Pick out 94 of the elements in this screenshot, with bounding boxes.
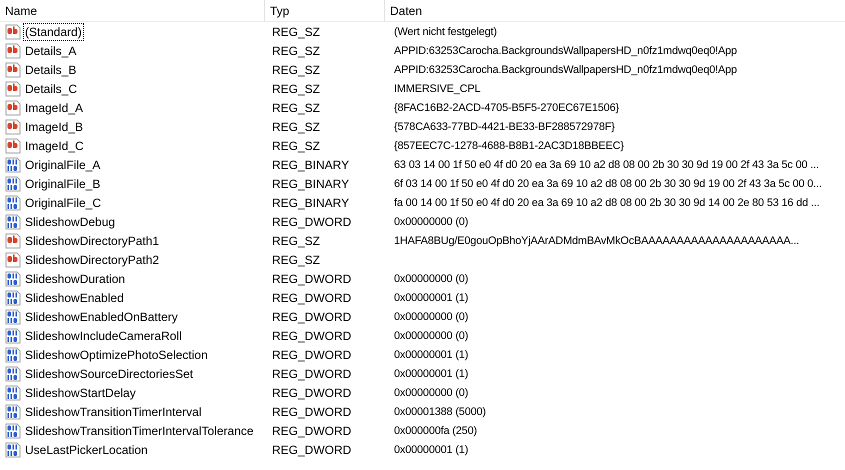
column-header[interactable]: Typ [265, 0, 385, 21]
value-type: REG_DWORD [271, 328, 352, 342]
value-data: 0x00000000 (0) [393, 272, 468, 284]
value-name[interactable]: SlideshowDuration [23, 270, 128, 288]
value-data: 0x00001388 (5000) [393, 406, 486, 418]
string-value-icon [5, 62, 21, 78]
binary-value-icon [5, 422, 21, 438]
value-type: REG_DWORD [271, 386, 352, 400]
value-type: REG_SZ [271, 138, 320, 152]
value-name[interactable]: ImageId_C [23, 136, 86, 154]
value-type: REG_DWORD [271, 366, 352, 380]
value-type: REG_SZ [271, 252, 320, 266]
binary-value-icon [5, 442, 21, 458]
binary-value-icon [5, 270, 21, 286]
value-data: 0x00000000 (0) [393, 386, 468, 398]
value-data: 63 03 14 00 1f 50 e0 4f d0 20 ea 3a 69 10 a2 d8 08 00 2b 30 30 9d 19 00 2f 43 3a 5c 00 ... [393, 158, 819, 170]
value-type: REG_SZ [271, 82, 320, 96]
value-name[interactable]: SlideshowEnabledOnBattery [23, 308, 180, 326]
value-data: 0x00000000 (0) [393, 216, 468, 228]
value-data: APPID:63253Carocha.BackgroundsWallpapersHD_n0fz1mdwq0eq0!App [393, 64, 737, 76]
value-name[interactable]: SlideshowIncludeCameraRoll [23, 326, 184, 344]
value-type: REG_SZ [271, 24, 320, 38]
value-name[interactable]: OriginalFile_B [23, 174, 102, 192]
string-value-icon [5, 232, 21, 248]
value-type: REG_SZ [271, 120, 320, 134]
value-data: 0x00000001 (1) [393, 368, 468, 380]
value-type: REG_DWORD [271, 214, 352, 228]
value-data: APPID:63253Carocha.BackgroundsWallpapersHD_n0fz1mdwq0eq0!App [393, 44, 737, 56]
value-name[interactable]: SlideshowOptimizePhotoSelection [23, 346, 210, 364]
value-data: {857EEC7C-1278-4688-B8B1-2AC3D18BBEEC} [393, 140, 624, 152]
value-type: REG_DWORD [271, 348, 352, 362]
value-name[interactable]: SlideshowTransitionTimerIntervalTolerance [23, 422, 256, 440]
value-name[interactable]: SlideshowEnabled [23, 288, 126, 306]
value-name[interactable]: Details_A [23, 42, 78, 60]
value-name[interactable]: SlideshowDirectoryPath2 [23, 250, 162, 268]
string-value-icon [5, 138, 21, 154]
value-type: REG_DWORD [271, 442, 352, 456]
column-header[interactable]: Daten [385, 0, 845, 21]
value-type: REG_BINARY [271, 158, 350, 172]
value-type: REG_DWORD [271, 290, 352, 304]
value-data: 0x00000001 (1) [393, 444, 468, 456]
value-data: 0x00000000 (0) [393, 310, 468, 322]
value-name[interactable]: ImageId_B [23, 118, 86, 136]
binary-value-icon [5, 346, 21, 362]
string-value-icon [5, 252, 21, 268]
value-name[interactable]: Details_C [23, 80, 80, 98]
value-type: REG_DWORD [271, 310, 352, 324]
binary-value-icon [5, 384, 21, 400]
value-data: 0x00000001 (1) [393, 292, 468, 304]
value-type: REG_SZ [271, 234, 320, 248]
string-value-icon [5, 80, 21, 96]
binary-value-icon [5, 176, 21, 192]
value-type: REG_DWORD [271, 272, 352, 286]
value-type: REG_BINARY [271, 196, 350, 210]
value-data: 6f 03 14 00 1f 50 e0 4f d0 20 ea 3a 69 10 a2 d8 08 00 2b 30 30 9d 19 00 2f 43 3a 5c 00 0... [393, 178, 822, 190]
value-data: 0x000000fa (250) [393, 424, 477, 436]
binary-value-icon [5, 308, 21, 324]
value-type: REG_SZ [271, 44, 320, 58]
value-name[interactable]: UseLastPickerLocation [23, 440, 150, 458]
value-data: 0x00000001 (1) [393, 348, 468, 360]
value-data: {8FAC16B2-2ACD-4705-B5F5-270EC67E1506} [393, 102, 619, 114]
value-data: 1HAFA8BUg/E0gouOpBhoYjAArADMdmBAvMkOcBAAAAAAAAAAAAAAAAAAAAA... [393, 234, 800, 246]
value-data: {578CA633-77BD-4421-BE33-BF288572978F} [393, 120, 615, 132]
value-type: REG_DWORD [271, 404, 352, 418]
value-name[interactable]: SlideshowSourceDirectoriesSet [23, 364, 196, 382]
string-value-icon [5, 118, 21, 134]
value-name[interactable]: SlideshowDebug [23, 212, 118, 230]
value-name[interactable]: OriginalFile_A [23, 156, 102, 174]
string-value-icon [5, 100, 21, 116]
value-name[interactable]: Details_B [23, 60, 78, 78]
value-data: fa 00 14 00 1f 50 e0 4f d0 20 ea 3a 69 10 a2 d8 08 00 2b 30 30 9d 14 00 2e 80 53 16 dd ... [393, 196, 820, 208]
value-name[interactable]: OriginalFile_C [23, 194, 104, 212]
binary-value-icon [5, 156, 21, 172]
column-header[interactable]: Name [0, 0, 265, 21]
string-value-icon [5, 24, 21, 40]
value-type: REG_DWORD [271, 424, 352, 438]
value-type: REG_SZ [271, 62, 320, 76]
binary-value-icon [5, 328, 21, 344]
binary-value-icon [5, 290, 21, 306]
binary-value-icon [5, 404, 21, 420]
value-type: REG_SZ [271, 100, 320, 114]
string-value-icon [5, 42, 21, 58]
value-name[interactable]: (Standard) [23, 22, 84, 40]
value-name[interactable]: SlideshowTransitionTimerInterval [23, 402, 204, 420]
value-name[interactable]: ImageId_A [23, 98, 86, 116]
value-data: (Wert nicht festgelegt) [393, 26, 497, 38]
value-type: REG_BINARY [271, 176, 350, 190]
value-name[interactable]: SlideshowDirectoryPath1 [23, 232, 162, 250]
value-data: IMMERSIVE_CPL [393, 82, 480, 94]
binary-value-icon [5, 214, 21, 230]
binary-value-icon [5, 366, 21, 382]
binary-value-icon [5, 194, 21, 210]
value-name[interactable]: SlideshowStartDelay [23, 384, 138, 402]
value-data: 0x00000000 (0) [393, 330, 468, 342]
